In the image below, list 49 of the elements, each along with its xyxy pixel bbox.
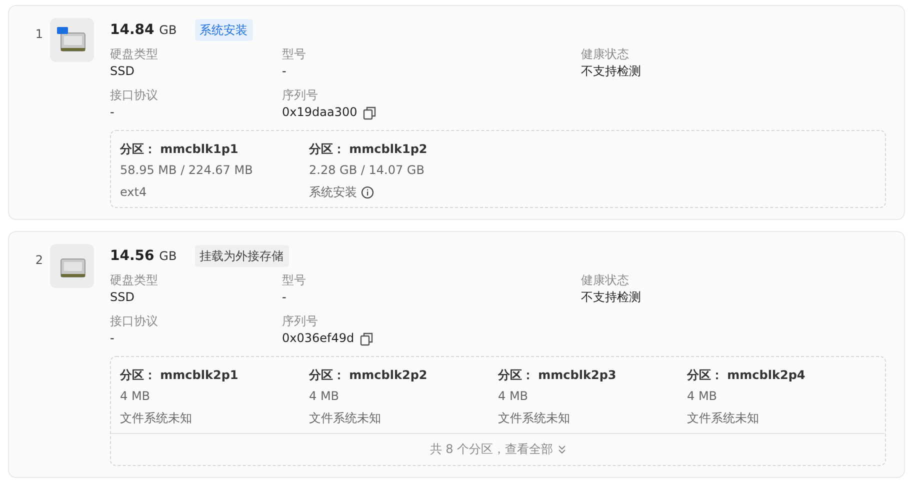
field-value: - (282, 289, 286, 306)
status-tag: 系统安装 (194, 19, 253, 41)
disk-index: 2 (34, 252, 44, 269)
partition-title: 分区： mmcblk1p2 (309, 141, 428, 158)
double-chevron-icon[interactable] (558, 444, 566, 454)
filesystem-label: 文件系统未知 (120, 410, 192, 427)
filesystem-label: 文件系统未知 (309, 410, 381, 427)
status-tag: 挂载为外接存储 (194, 245, 289, 267)
copy-icon[interactable] (363, 106, 376, 120)
field-value: 0x19daa300 (282, 104, 358, 121)
partition-size: 4 MB (687, 388, 718, 405)
field-value: SSD (110, 289, 134, 306)
info-icon[interactable] (361, 186, 374, 198)
filesystem-label: 文件系统未知 (498, 410, 570, 427)
field-label: 序列号 (282, 313, 319, 330)
partition-size: 58.95 MB / 224.67 MB (120, 162, 253, 179)
disk-index: 1 (34, 26, 44, 43)
partition-title: 分区： mmcblk2p2 (309, 367, 428, 384)
field-value: - (110, 104, 114, 121)
partition-title: 分区： mmcblk2p1 (120, 367, 240, 384)
partition-size: 2.28 GB / 14.07 GB (309, 162, 424, 179)
field-value: 0x036ef49d (282, 330, 354, 347)
field-label: 接口协议 (110, 313, 159, 330)
filesystem-label: ext4 (120, 184, 147, 201)
field-label: 硬盘类型 (110, 46, 159, 63)
partition-size: 4 MB (309, 388, 340, 405)
view-all-link[interactable]: 共 8 个分区，查看全部 (430, 440, 554, 458)
disk-size: 14.84 GB (110, 20, 177, 40)
field-label: 健康状态 (581, 46, 630, 63)
copy-icon[interactable] (360, 332, 374, 346)
field-label: 序列号 (282, 87, 319, 104)
field-value: - (110, 330, 114, 347)
partition-size: 4 MB (498, 388, 528, 405)
disk-size: 14.56 GB (110, 246, 177, 266)
field-label: 健康状态 (581, 272, 630, 289)
filesystem-label: 文件系统未知 (687, 410, 759, 427)
field-label: 接口协议 (110, 87, 159, 104)
filesystem-label: 系统安装 (309, 184, 357, 201)
field-label: 型号 (282, 46, 307, 63)
partition-title: 分区： mmcblk2p4 (687, 367, 806, 384)
partition-title: 分区： mmcblk1p1 (120, 141, 240, 158)
field-value: SSD (110, 63, 134, 80)
field-label: 型号 (282, 272, 307, 289)
partition-size: 4 MB (120, 388, 150, 405)
partition-title: 分区： mmcblk2p3 (498, 367, 618, 384)
field-value: - (282, 63, 286, 80)
field-value: 不支持检测 (581, 289, 641, 306)
field-value: 不支持检测 (581, 63, 641, 80)
field-label: 硬盘类型 (110, 272, 159, 289)
